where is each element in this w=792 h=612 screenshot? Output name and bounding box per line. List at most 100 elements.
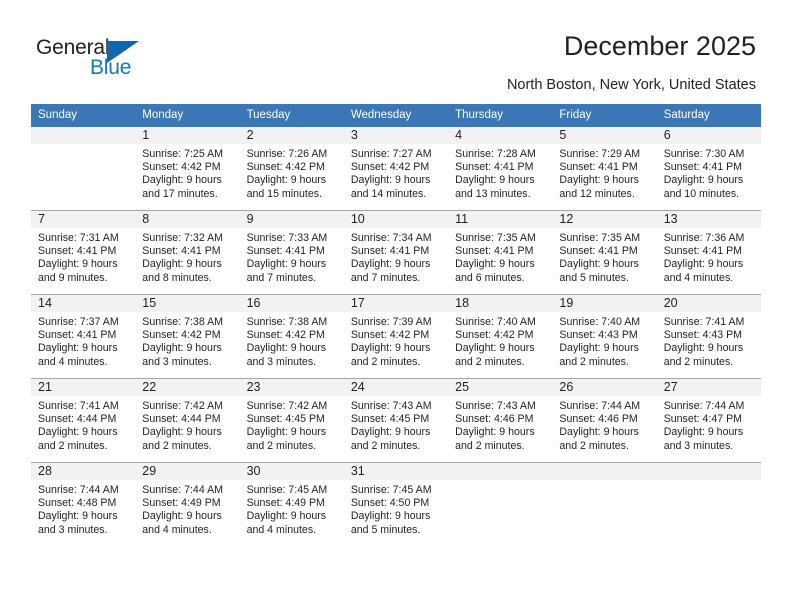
calendar-page: General Blue December 2025 North Boston,… xyxy=(0,0,792,612)
calendar-day-cell[interactable]: 24 Sunrise: 7:43 AM Sunset: 4:45 PM Dayligh… xyxy=(343,379,449,462)
calendar-day-cell[interactable]: 2 Sunrise: 7:26 AM Sunset: 4:42 PM Daylight… xyxy=(239,127,344,210)
day-number: 16 xyxy=(239,295,344,312)
day-daylight-line: Daylight: 9 hours xyxy=(246,510,327,523)
calendar-day-cell[interactable]: 26 Sunrise: 7:44 AM Sunset: 4:46 PM Dayligh… xyxy=(552,379,657,462)
day-sunrise-line: Sunrise: 7:32 AM xyxy=(142,232,223,244)
day-daylight-line: and 10 minutes. xyxy=(663,187,740,200)
day-details: Sunrise: 7:45 AM Sunset: 4:49 PM Daylight:… xyxy=(240,480,344,537)
day-sunrise-line: Sunrise: 7:34 AM xyxy=(350,232,432,244)
calendar-day-cell[interactable]: 15 Sunrise: 7:38 AM Sunset: 4:42 PM Dayligh… xyxy=(135,295,240,378)
calendar-day-cell[interactable]: 22 Sunrise: 7:42 AM Sunset: 4:44 PM Dayligh… xyxy=(135,379,240,462)
day-cell-body: 19 Sunrise: 7:40 AM Sunset: 4:43 PM Dayligh… xyxy=(552,295,657,378)
day-daylight-line: Daylight: 9 hours xyxy=(663,426,744,439)
day-sunrise-line: Sunrise: 7:36 AM xyxy=(663,232,745,244)
calendar-day-cell[interactable]: 21 Sunrise: 7:41 AM Sunset: 4:44 PM Dayligh… xyxy=(31,379,136,462)
calendar-day-cell[interactable]: 14 Sunrise: 7:37 AM Sunset: 4:41 PM Dayligh… xyxy=(31,295,136,378)
calendar-day-cell[interactable]: 19 Sunrise: 7:40 AM Sunset: 4:43 PM Dayligh… xyxy=(552,295,657,378)
day-cell-body: 24 Sunrise: 7:43 AM Sunset: 4:45 PM Dayligh… xyxy=(343,379,449,462)
calendar-day-cell[interactable]: 20 Sunrise: 7:41 AM Sunset: 4:43 PM Dayligh… xyxy=(656,295,761,378)
day-sunrise-line: Sunrise: 7:43 AM xyxy=(455,400,536,412)
day-number: 27 xyxy=(656,379,761,396)
day-daylight-line: and 9 minutes. xyxy=(38,271,108,284)
day-sunset-line: Sunset: 4:42 PM xyxy=(350,161,430,174)
day-sunset-line: Sunset: 4:46 PM xyxy=(455,413,534,426)
day-number: 5 xyxy=(552,127,657,144)
calendar-day-cell[interactable]: 12 Sunrise: 7:35 AM Sunset: 4:41 PM Dayligh… xyxy=(552,211,657,294)
calendar-day-cell[interactable]: 27 Sunrise: 7:44 AM Sunset: 4:47 PM Dayligh… xyxy=(656,379,761,462)
day-cell-body: 8 Sunrise: 7:32 AM Sunset: 4:41 PM Daylight… xyxy=(135,211,240,294)
calendar-day-cell[interactable]: 25 Sunrise: 7:43 AM Sunset: 4:46 PM Dayligh… xyxy=(448,379,553,462)
weekday-header-sunday: Sunday xyxy=(31,104,136,127)
calendar-day-cell[interactable]: 8 Sunrise: 7:32 AM Sunset: 4:41 PM Daylight… xyxy=(135,211,240,294)
calendar-day-cell[interactable]: 31 Sunrise: 7:45 AM Sunset: 4:50 PM Dayligh… xyxy=(343,463,449,546)
day-daylight-line: and 2 minutes. xyxy=(559,355,629,368)
day-number: 19 xyxy=(552,295,657,312)
calendar-day-cell[interactable]: 16 Sunrise: 7:38 AM Sunset: 4:42 PM Dayligh… xyxy=(239,295,344,378)
weekday-header-tuesday: Tuesday xyxy=(239,104,344,127)
calendar-day-cell[interactable]: 5 Sunrise: 7:29 AM Sunset: 4:41 PM Daylight… xyxy=(552,127,657,210)
day-sunrise-line: Sunrise: 7:30 AM xyxy=(663,148,745,160)
calendar-day-cell[interactable]: 9 Sunrise: 7:33 AM Sunset: 4:41 PM Daylight… xyxy=(239,211,344,294)
calendar-day-cell[interactable]: 17 Sunrise: 7:39 AM Sunset: 4:42 PM Dayligh… xyxy=(343,295,449,378)
day-sunrise-line: Sunrise: 7:38 AM xyxy=(142,316,223,328)
day-details: Sunrise: 7:35 AM Sunset: 4:41 PM Daylight:… xyxy=(448,228,552,285)
day-daylight-line: and 13 minutes. xyxy=(455,187,531,200)
calendar-day-cell[interactable]: 13 Sunrise: 7:36 AM Sunset: 4:41 PM Dayligh… xyxy=(656,211,761,294)
calendar-day-cell[interactable]: 23 Sunrise: 7:42 AM Sunset: 4:45 PM Dayligh… xyxy=(239,379,344,462)
day-daylight-line: Daylight: 9 hours xyxy=(142,342,222,355)
day-daylight-line: and 3 minutes. xyxy=(142,355,212,368)
calendar-day-cell[interactable]: 28 Sunrise: 7:44 AM Sunset: 4:48 PM Dayligh… xyxy=(31,463,136,546)
day-number: 18 xyxy=(448,295,553,312)
calendar-day-cell[interactable]: 1 Sunrise: 7:25 AM Sunset: 4:42 PM Daylight… xyxy=(135,127,240,210)
calendar-day-cell[interactable]: 10 Sunrise: 7:34 AM Sunset: 4:41 PM Dayligh… xyxy=(343,211,449,294)
day-number: 23 xyxy=(239,379,344,396)
day-sunset-line: Sunset: 4:45 PM xyxy=(246,413,325,426)
calendar-day-cell[interactable]: 11 Sunrise: 7:35 AM Sunset: 4:41 PM Dayligh… xyxy=(448,211,553,294)
calendar-day-cell[interactable]: 6 Sunrise: 7:30 AM Sunset: 4:41 PM Daylight… xyxy=(656,127,761,210)
day-sunset-line: Sunset: 4:48 PM xyxy=(38,497,117,510)
calendar-day-cell[interactable]: 7 Sunrise: 7:31 AM Sunset: 4:41 PM Daylight… xyxy=(31,211,136,294)
day-daylight-line: Daylight: 9 hours xyxy=(38,342,118,355)
calendar-day-cell[interactable]: 3 Sunrise: 7:27 AM Sunset: 4:42 PM Daylight… xyxy=(343,127,449,210)
day-sunset-line: Sunset: 4:41 PM xyxy=(38,329,117,342)
day-daylight-line: Daylight: 9 hours xyxy=(350,342,431,355)
day-daylight-line: and 2 minutes. xyxy=(455,439,525,452)
day-cell-body: 31 Sunrise: 7:45 AM Sunset: 4:50 PM Dayligh… xyxy=(343,463,449,546)
day-cell-body: 12 Sunrise: 7:35 AM Sunset: 4:41 PM Dayligh… xyxy=(552,211,657,294)
day-sunrise-line: Sunrise: 7:40 AM xyxy=(559,316,641,328)
day-cell-body xyxy=(448,463,553,546)
day-details: Sunrise: 7:38 AM Sunset: 4:42 PM Daylight:… xyxy=(240,312,344,369)
day-cell-body: 20 Sunrise: 7:41 AM Sunset: 4:43 PM Dayligh… xyxy=(656,295,761,378)
weekday-header-row: Sunday Monday Tuesday Wednesday Thursday… xyxy=(31,104,761,127)
day-number: 10 xyxy=(343,211,449,228)
day-cell-body: 9 Sunrise: 7:33 AM Sunset: 4:41 PM Daylight… xyxy=(239,211,344,294)
calendar-day-cell[interactable]: 30 Sunrise: 7:45 AM Sunset: 4:49 PM Dayligh… xyxy=(239,463,344,546)
day-cell-body: 14 Sunrise: 7:37 AM Sunset: 4:41 PM Dayligh… xyxy=(31,295,136,378)
calendar-day-cell[interactable]: 4 Sunrise: 7:28 AM Sunset: 4:41 PM Daylight… xyxy=(448,127,553,210)
day-daylight-line: and 4 minutes. xyxy=(38,355,108,368)
brand-logo[interactable]: General Blue xyxy=(36,36,166,84)
day-cell-body: 5 Sunrise: 7:29 AM Sunset: 4:41 PM Daylight… xyxy=(552,127,657,210)
day-number: 14 xyxy=(31,295,136,312)
day-number: 7 xyxy=(31,211,136,228)
day-number: 6 xyxy=(656,127,761,144)
day-number: 30 xyxy=(239,463,344,480)
day-daylight-line: Daylight: 9 hours xyxy=(142,426,222,439)
day-number: 4 xyxy=(448,127,553,144)
day-sunrise-line: Sunrise: 7:43 AM xyxy=(350,400,432,412)
day-details: Sunrise: 7:43 AM Sunset: 4:45 PM Daylight:… xyxy=(344,396,448,453)
day-daylight-line: Daylight: 9 hours xyxy=(350,510,431,523)
day-details: Sunrise: 7:44 AM Sunset: 4:49 PM Daylight:… xyxy=(135,480,239,537)
calendar-table: Sunday Monday Tuesday Wednesday Thursday… xyxy=(31,104,761,546)
day-daylight-line: Daylight: 9 hours xyxy=(559,426,639,439)
day-sunset-line: Sunset: 4:41 PM xyxy=(455,245,534,258)
calendar-day-cell[interactable]: 29 Sunrise: 7:44 AM Sunset: 4:49 PM Dayligh… xyxy=(135,463,240,546)
day-sunrise-line: Sunrise: 7:44 AM xyxy=(559,400,641,412)
day-daylight-line: Daylight: 9 hours xyxy=(663,174,744,187)
calendar-day-cell[interactable]: 18 Sunrise: 7:40 AM Sunset: 4:42 PM Dayligh… xyxy=(448,295,553,378)
day-sunset-line: Sunset: 4:42 PM xyxy=(246,329,325,342)
day-details: Sunrise: 7:42 AM Sunset: 4:44 PM Daylight:… xyxy=(135,396,239,453)
day-daylight-line: and 8 minutes. xyxy=(142,271,212,284)
day-details: Sunrise: 7:36 AM Sunset: 4:41 PM Daylight:… xyxy=(657,228,761,285)
day-daylight-line: and 2 minutes. xyxy=(350,439,421,452)
